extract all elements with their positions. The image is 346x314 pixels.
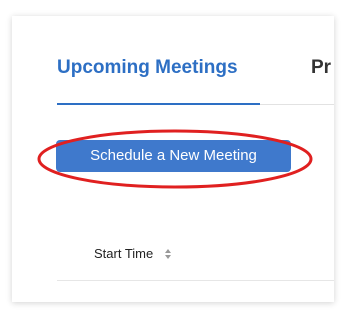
- active-tab-indicator: [57, 103, 260, 105]
- schedule-new-meeting-button[interactable]: Schedule a New Meeting: [56, 140, 291, 172]
- column-header-label: Start Time: [94, 246, 154, 261]
- tab-previous-meetings[interactable]: Pr: [311, 56, 331, 80]
- tab-bar-divider: [260, 104, 334, 105]
- table-header-divider: [57, 280, 334, 281]
- sort-arrows-icon[interactable]: [164, 247, 171, 263]
- meetings-panel: Upcoming Meetings Pr Schedule a New Meet…: [12, 16, 334, 302]
- column-header-start-time[interactable]: Start Time: [94, 246, 171, 263]
- tab-upcoming-meetings[interactable]: Upcoming Meetings: [57, 56, 238, 80]
